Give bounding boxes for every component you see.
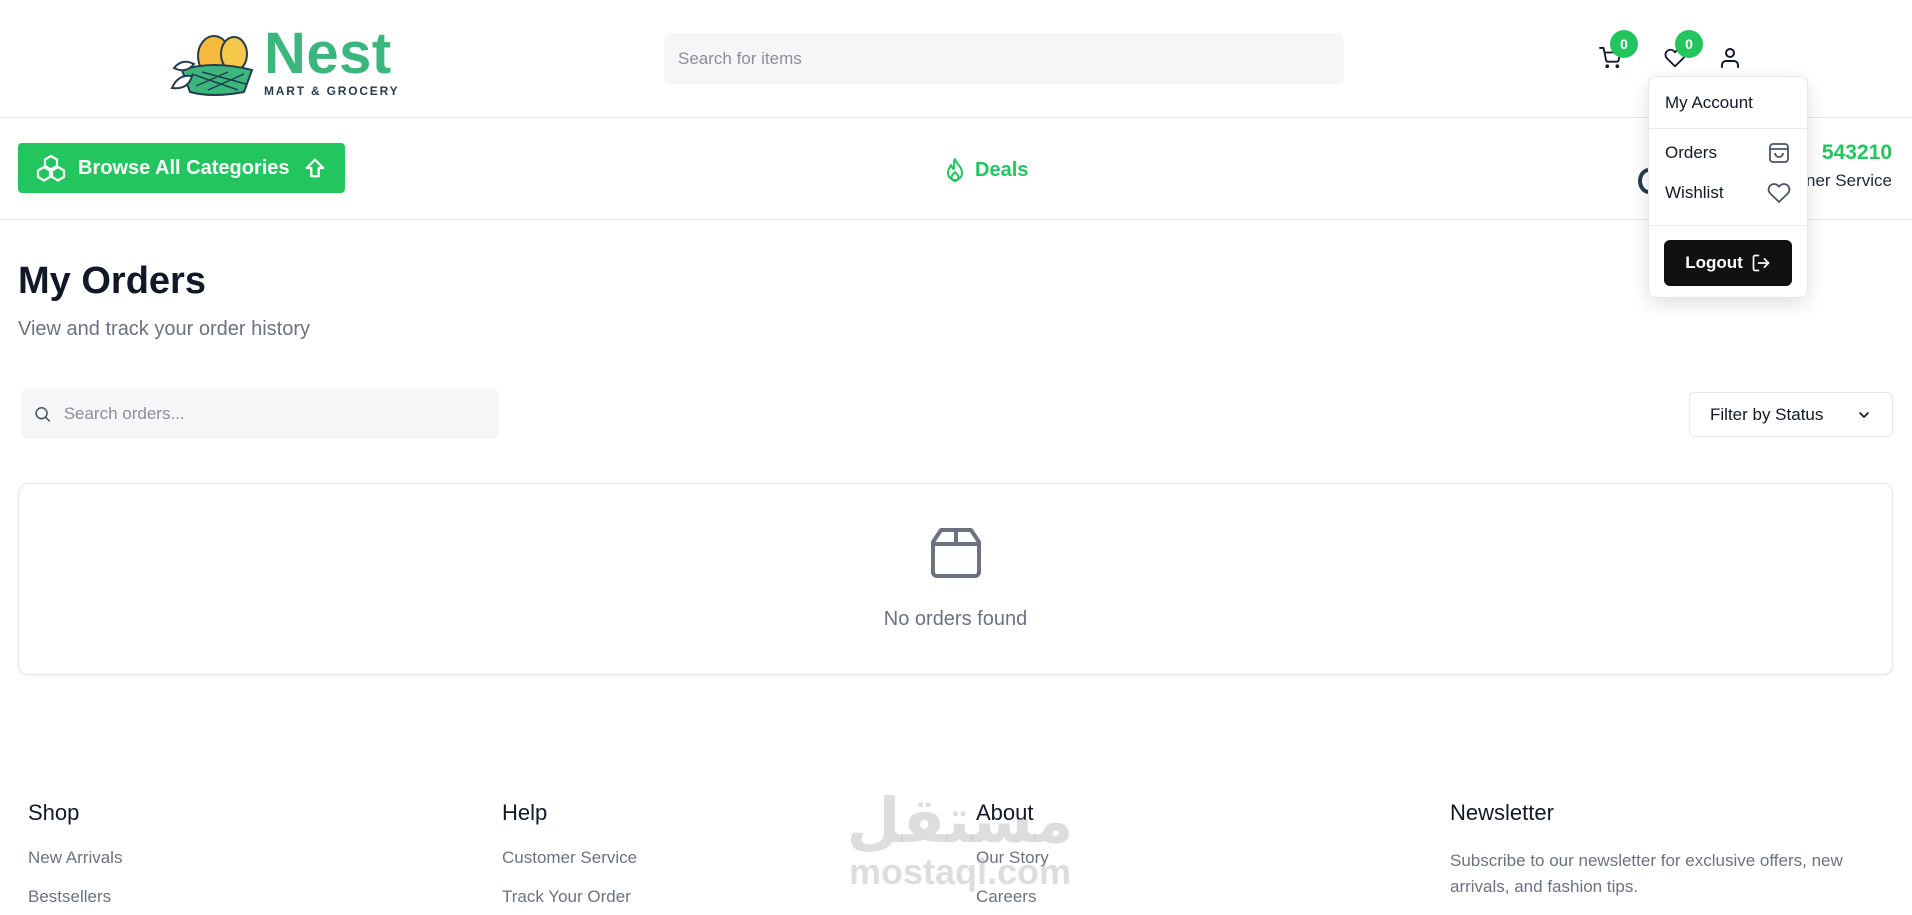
dropdown-item-orders[interactable]: Orders [1649, 133, 1807, 173]
footer-help: Help Customer Service Track Your Order [502, 800, 637, 915]
search-icon [35, 406, 51, 422]
orders-empty-state: No orders found [18, 483, 1893, 675]
logout-button[interactable]: Logout [1664, 240, 1792, 286]
dropdown-title: My Account [1649, 77, 1807, 129]
footer-newsletter-title: Newsletter [1450, 800, 1554, 825]
main-nav: Browse All Categories Deals 543210 ner S… [0, 119, 1912, 220]
customer-support: 543210 ner Service [1806, 141, 1892, 191]
footer-link-track-order[interactable]: Track Your Order [502, 887, 637, 907]
status-filter-select[interactable]: Filter by Status [1689, 392, 1893, 437]
dropdown-item-label: Wishlist [1665, 183, 1724, 202]
footer-shop-title: Shop [28, 800, 80, 825]
cart-count-badge: 0 [1610, 30, 1638, 58]
cart-button[interactable]: 0 [1596, 30, 1638, 72]
header-search [664, 33, 1344, 85]
dropdown-item-label: Orders [1665, 143, 1717, 162]
footer-link-new-arrivals[interactable]: New Arrivals [28, 848, 122, 868]
account-button[interactable] [1716, 44, 1744, 72]
dropdown-divider [1649, 225, 1807, 226]
site-header: Nest MART & GROCERY 0 0 [0, 0, 1912, 118]
orders-search-input[interactable] [63, 404, 499, 424]
orders-search [21, 389, 499, 439]
footer-link-customer-service[interactable]: Customer Service [502, 848, 637, 868]
footer-shop: Shop New Arrivals Bestsellers [28, 800, 122, 915]
user-icon [1721, 48, 1739, 68]
footer-newsletter: Newsletter Subscribe to our newsletter f… [1450, 800, 1890, 900]
browse-categories-button[interactable]: Browse All Categories [18, 143, 345, 193]
page-subtitle: View and track your order history [18, 318, 310, 340]
watermark-arabic: مستقل [846, 787, 1074, 856]
support-label: ner Service [1806, 171, 1892, 190]
account-dropdown: My Account Orders Wishlist Logout [1648, 76, 1808, 298]
support-phone[interactable]: 543210 [1806, 141, 1892, 165]
chevron-down-icon [1859, 411, 1869, 418]
footer-newsletter-text: Subscribe to our newsletter for exclusiv… [1450, 851, 1843, 896]
package-icon [931, 528, 981, 578]
logo[interactable]: Nest MART & GROCERY [168, 24, 418, 100]
watermark: مستقل mostaql.com [845, 790, 1075, 890]
logout-label: Logout [1685, 253, 1743, 272]
watermark-latin: mostaql.com [848, 851, 1072, 892]
flame-icon [947, 158, 963, 182]
heart-icon [1767, 183, 1791, 203]
deals-label: Deals [975, 158, 1029, 181]
wishlist-count-badge: 0 [1675, 30, 1703, 58]
page-title: My Orders [18, 260, 206, 302]
categories-icon [36, 154, 66, 182]
footer-link-bestsellers[interactable]: Bestsellers [28, 887, 122, 907]
browse-categories-label: Browse All Categories [78, 156, 290, 179]
logo-tagline: MART & GROCERY [264, 84, 400, 98]
nest-logo-icon [170, 35, 254, 96]
shopping-bag-icon [1769, 143, 1789, 163]
status-filter-label: Filter by Status [1710, 404, 1824, 424]
footer-help-title: Help [502, 800, 548, 825]
dropdown-item-wishlist[interactable]: Wishlist [1649, 173, 1807, 213]
arrow-up-icon [305, 158, 324, 178]
logo-name: Nest [264, 21, 392, 86]
empty-state-text: No orders found [883, 608, 1028, 630]
logout-icon [1752, 254, 1770, 272]
wishlist-button[interactable]: 0 [1661, 30, 1703, 72]
header-search-input[interactable] [678, 49, 1344, 69]
deals-link[interactable]: Deals [943, 157, 1028, 183]
